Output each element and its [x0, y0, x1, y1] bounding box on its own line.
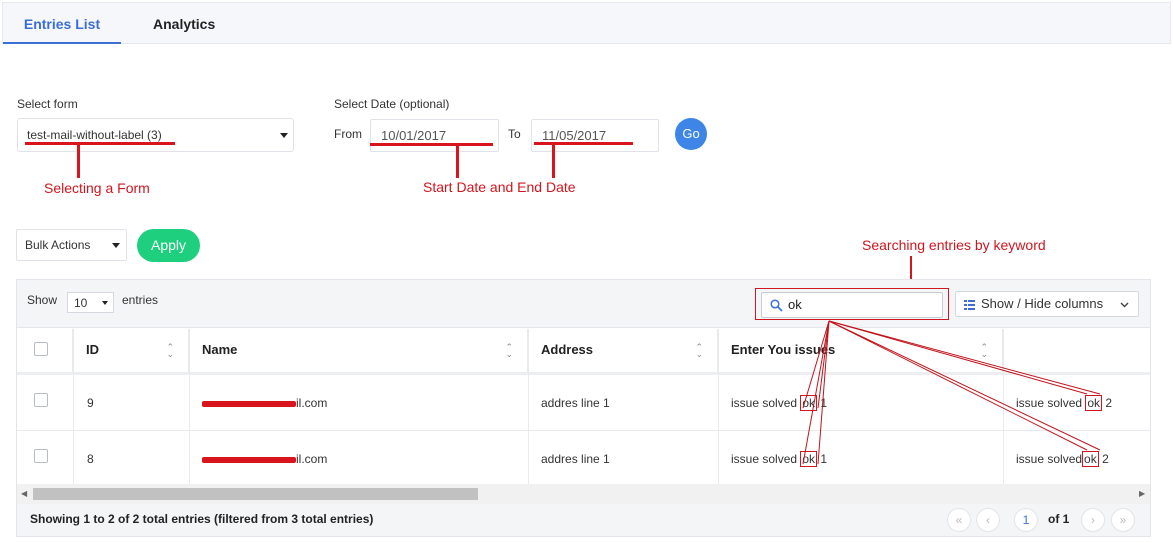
annotation-connectors	[802, 320, 1101, 465]
connector-line	[828, 320, 1088, 395]
connector-line	[828, 320, 1101, 395]
connector-line	[802, 320, 830, 465]
connector-line	[828, 320, 1101, 451]
connector-line	[828, 320, 1088, 451]
